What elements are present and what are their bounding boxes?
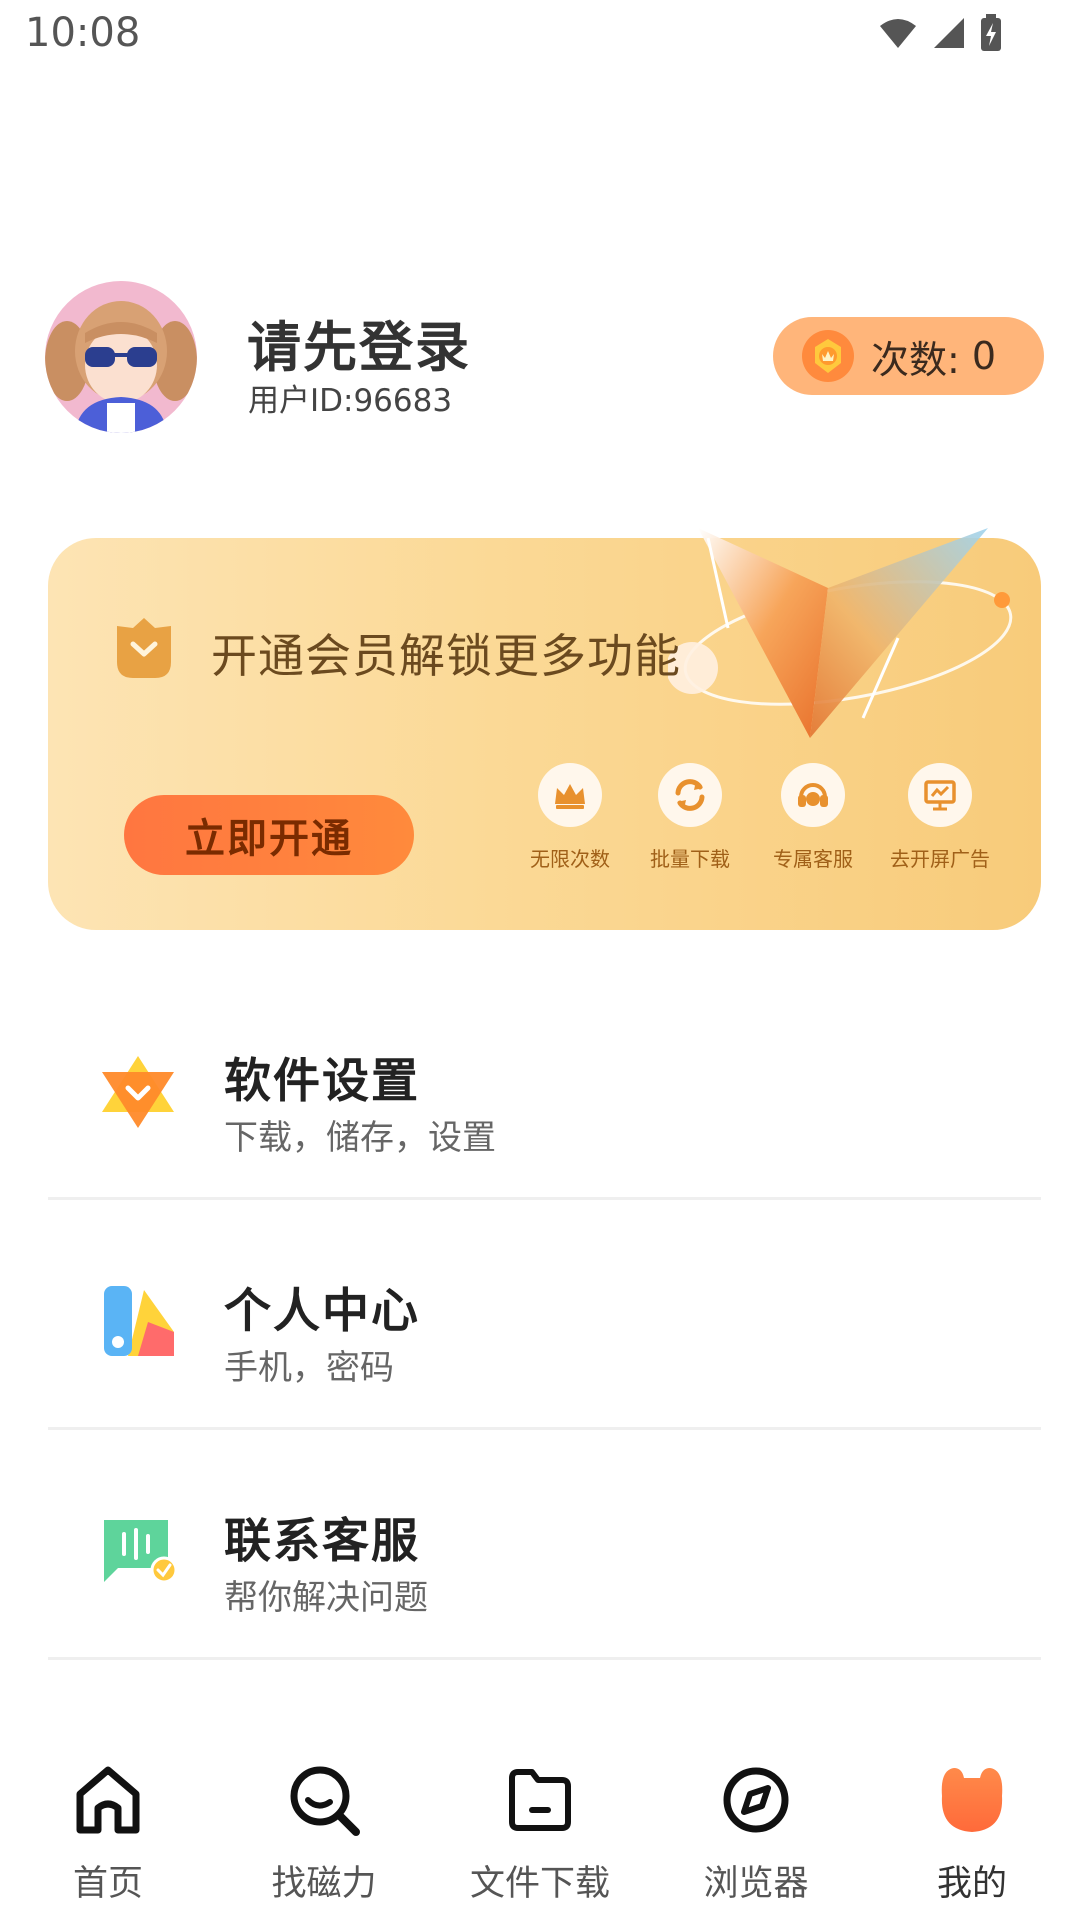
vip-title: 开通会员解锁更多功能: [211, 629, 681, 683]
nav-label: 首页: [72, 1864, 143, 1904]
status-time: 10:08: [25, 10, 141, 56]
perk-label: 去开屏广告: [890, 847, 990, 871]
perk-remove-splash-ads[interactable]: 去开屏广告: [870, 763, 1010, 872]
perk-exclusive-service[interactable]: 专属客服: [743, 763, 883, 872]
home-icon: [76, 1766, 140, 1834]
settings-star-icon: [102, 1056, 174, 1128]
chat-support-icon: [104, 1520, 178, 1584]
bottom-nav: 首页 找磁力 文件下载 浏览器 我的: [0, 1730, 1080, 1920]
menu-title: 软件设置: [224, 1054, 420, 1109]
menu-personal-center[interactable]: 个人中心 手机，密码: [48, 1200, 1041, 1430]
perk-label: 专属客服: [773, 847, 853, 871]
nav-label: 文件下载: [469, 1864, 610, 1904]
search-icon: [290, 1766, 360, 1836]
status-bar: 10:08: [0, 0, 1080, 75]
count-value: 0: [971, 334, 996, 378]
nav-home[interactable]: 首页: [0, 1730, 216, 1920]
screen: 10:08 请先登录 用户ID:96683 次数: 0 开通会员解锁更多功能 立…: [0, 0, 1080, 1920]
menu-software-settings[interactable]: 软件设置 下载，储存，设置: [48, 970, 1041, 1200]
compass-icon: [723, 1767, 789, 1833]
battery-icon: [981, 14, 1001, 51]
perk-unlimited[interactable]: 无限次数: [500, 763, 640, 872]
profile-name[interactable]: 请先登录: [247, 303, 471, 382]
nav-label: 我的: [936, 1864, 1007, 1904]
menu-contact-service[interactable]: 联系客服 帮你解决问题: [48, 1430, 1041, 1660]
menu-subtitle: 帮你解决问题: [224, 1578, 428, 1618]
medal-icon: [802, 330, 854, 382]
menu-title: 个人中心: [224, 1284, 420, 1339]
nav-label: 浏览器: [703, 1864, 809, 1904]
mine-icon: [941, 1768, 1003, 1832]
menu-title: 联系客服: [224, 1514, 420, 1569]
vip-logo-decoration: [668, 528, 1013, 738]
personal-center-icon: [104, 1286, 174, 1356]
nav-mine[interactable]: 我的: [864, 1730, 1080, 1920]
avatar[interactable]: [45, 281, 197, 433]
nav-browser[interactable]: 浏览器: [648, 1730, 864, 1920]
folder-icon: [509, 1769, 571, 1831]
refresh-icon: [675, 779, 705, 811]
nav-find-magnet[interactable]: 找磁力: [216, 1730, 432, 1920]
nav-label: 找磁力: [271, 1864, 377, 1904]
user-id: 用户ID:96683: [248, 383, 453, 419]
wifi-icon: [880, 19, 916, 48]
menu-subtitle: 手机，密码: [224, 1348, 394, 1388]
avatar-image: [45, 281, 197, 433]
count-badge[interactable]: 次数: 0: [773, 317, 1044, 395]
profile-section: 请先登录 用户ID:96683 次数: 0: [0, 275, 1080, 435]
menu-subtitle: 下载，储存，设置: [224, 1118, 496, 1158]
status-icons: [878, 14, 1002, 52]
vip-card[interactable]: 开通会员解锁更多功能 立即开通 无限次数 批量下载 专属客服 去开屏广告: [48, 528, 1041, 930]
perk-label: 无限次数: [530, 847, 610, 871]
nav-file-download[interactable]: 文件下载: [432, 1730, 648, 1920]
count-label: 次数:: [871, 337, 960, 382]
perk-label: 批量下载: [650, 847, 730, 871]
perk-batch-download[interactable]: 批量下载: [620, 763, 760, 872]
signal-icon: [934, 18, 964, 48]
vip-open-button[interactable]: 立即开通: [124, 795, 414, 875]
crown-icon: [555, 784, 585, 809]
presentation-icon: [924, 780, 956, 811]
headset-icon: [798, 783, 828, 807]
vip-crown-icon: [117, 618, 171, 678]
